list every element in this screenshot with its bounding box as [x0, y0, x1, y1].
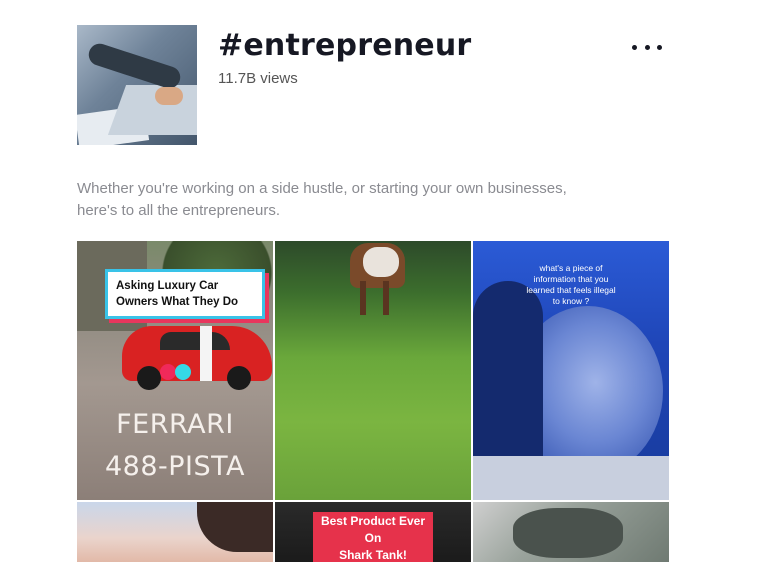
- video-caption: Best Product Ever On Shark Tank!: [313, 512, 433, 562]
- video-card-3[interactable]: what's a piece of information that you l…: [473, 241, 669, 500]
- more-options-button[interactable]: [632, 36, 662, 58]
- video-card-5[interactable]: Best Product Ever On Shark Tank!: [275, 502, 471, 562]
- hashtag-cover-image: [77, 25, 197, 145]
- tiktok-dot-icon: [175, 364, 191, 380]
- video-card-2[interactable]: [275, 241, 471, 500]
- hashtag-description: Whether you're working on a side hustle,…: [77, 180, 567, 219]
- hashtag-title: #entrepreneur: [218, 28, 472, 63]
- video-card-6[interactable]: [473, 502, 669, 562]
- video-overlay-text: FERRARI: [116, 409, 234, 440]
- video-card-1[interactable]: Asking Luxury Car Owners What They Do FE…: [77, 241, 273, 500]
- tiktok-dot-icon: [160, 364, 176, 380]
- video-card-4[interactable]: [77, 502, 273, 562]
- video-caption: Asking Luxury Car Owners What They Do: [105, 269, 265, 319]
- hashtag-views: 11.7B views: [218, 70, 298, 87]
- more-horizontal-icon: [632, 44, 637, 50]
- video-caption: what's a piece of information that you l…: [526, 263, 616, 306]
- video-overlay-text: 488-PISTA: [104, 451, 246, 482]
